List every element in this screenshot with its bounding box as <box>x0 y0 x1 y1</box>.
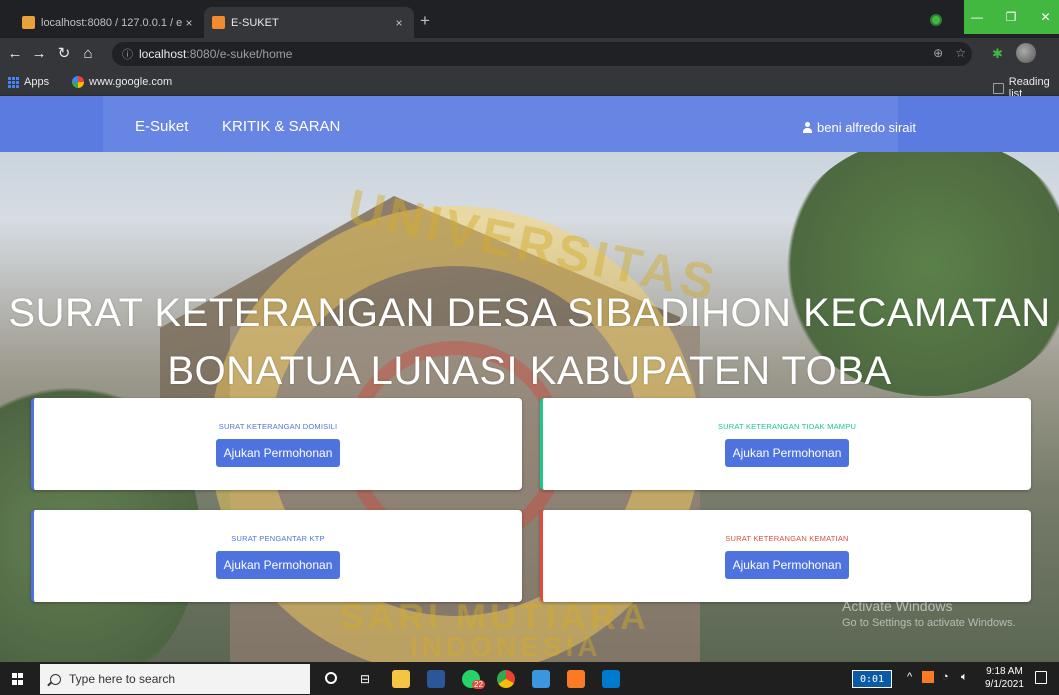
hero-line-2: BONATUA LUNASI KABUPATEN TOBA <box>167 349 892 393</box>
profile-avatar[interactable] <box>1016 43 1036 63</box>
activate-windows-title: Activate Windows <box>842 598 953 614</box>
close-window-button[interactable]: ✕ <box>1032 0 1059 34</box>
address-bar[interactable]: ⓘ localhost :8080/e-suket/home ⊕ ☆ <box>112 42 972 66</box>
card-tidak-mampu: SURAT KETERANGAN TIDAK MAMPU Ajukan Perm… <box>540 398 1031 490</box>
xampp-icon[interactable] <box>567 670 585 688</box>
watermark-text-footer: INDONESIA <box>410 631 602 662</box>
apps-grid-icon <box>8 76 19 88</box>
windows-taskbar: Type here to search ⊟ 22 0:01 ^ ◔ 🔈︎ 9:1… <box>0 662 1059 695</box>
url-host: localhost <box>139 47 187 61</box>
search-icon <box>50 673 61 685</box>
info-icon[interactable]: ⓘ <box>122 46 133 62</box>
volume-icon[interactable]: 🔈︎ <box>961 671 968 684</box>
brand-link[interactable]: E-Suket <box>135 118 188 135</box>
word-icon[interactable] <box>427 670 445 688</box>
forward-arrow-icon[interactable]: → <box>30 44 48 64</box>
clock-time: 9:18 AM <box>986 666 1023 677</box>
esuket-favicon-icon <box>212 16 225 29</box>
xampp-tray-icon[interactable] <box>922 671 934 683</box>
back-arrow-icon[interactable]: ← <box>6 44 24 64</box>
card-label: SURAT KETERANGAN KEMATIAN <box>725 534 849 543</box>
home-icon[interactable]: ⌂ <box>79 44 97 64</box>
activate-windows-subtitle: Go to Settings to activate Windows. <box>842 617 1016 629</box>
minimize-button[interactable]: — <box>964 0 990 34</box>
chrome-icon[interactable] <box>497 670 515 688</box>
reload-icon[interactable]: ↻ <box>55 44 73 64</box>
bookmark-apps[interactable]: Apps <box>8 76 49 88</box>
cortana-icon[interactable] <box>325 672 337 684</box>
extension-icon[interactable] <box>930 14 942 26</box>
hero-line-1: SURAT KETERANGAN DESA SIBADIHON KECAMATA… <box>8 291 1051 335</box>
browser-toolbar: ← → ↻ ⌂ ⓘ localhost :8080/e-suket/home ⊕… <box>0 38 1059 70</box>
zoom-icon[interactable]: ⊕ <box>933 46 943 60</box>
start-windows-icon[interactable] <box>12 673 24 685</box>
screen-recorder-timer[interactable]: 0:01 <box>852 670 892 688</box>
user-name: beni alfredo sirait <box>817 120 916 135</box>
search-placeholder: Type here to search <box>69 672 176 686</box>
screen: localhost:8080 / 127.0.0.1 / esura × E-S… <box>0 0 1059 695</box>
card-label: SURAT PENGANTAR KTP <box>231 534 325 543</box>
new-tab-button[interactable]: + <box>420 11 430 31</box>
card-label: SURAT KETERANGAN DOMISILI <box>218 422 338 431</box>
tab-phpmyadmin[interactable]: localhost:8080 / 127.0.0.1 / esura × <box>14 7 204 38</box>
notification-badge: 22 <box>472 680 485 689</box>
close-tab-icon[interactable]: × <box>182 16 196 30</box>
browser-tab-strip: localhost:8080 / 127.0.0.1 / esura × E-S… <box>0 0 1059 38</box>
bookmarks-bar: Apps www.google.com Reading list <box>0 70 1059 100</box>
user-icon <box>803 122 812 133</box>
ajukan-permohonan-button[interactable]: Ajukan Permohonan <box>724 551 850 579</box>
ajukan-permohonan-button[interactable]: Ajukan Permohonan <box>724 439 850 467</box>
tab-title: E-SUKET <box>231 16 279 29</box>
taskbar-search[interactable]: Type here to search <box>40 664 310 694</box>
card-domisili: SURAT KETERANGAN DOMISILI Ajukan Permoho… <box>31 398 522 490</box>
ajukan-permohonan-button[interactable]: Ajukan Permohonan <box>215 551 341 579</box>
extensions-puzzle-icon[interactable]: ✱ <box>992 46 1003 62</box>
close-tab-icon[interactable]: × <box>392 16 406 30</box>
file-explorer-icon[interactable] <box>392 670 410 688</box>
ajukan-permohonan-button[interactable]: Ajukan Permohonan <box>215 439 341 467</box>
star-icon[interactable]: ☆ <box>955 46 966 60</box>
notification-center-icon[interactable] <box>1035 671 1047 684</box>
maximize-button[interactable]: ❐ <box>990 0 1032 34</box>
card-kematian: SURAT KETERANGAN KEMATIAN Ajukan Permoho… <box>540 510 1031 602</box>
web-page: UNIVERSITAS SARI MUTIARA INDONESIA E-Suk… <box>0 96 1059 662</box>
clock[interactable]: 9:18 AM 9/1/2021 <box>985 665 1024 691</box>
user-menu[interactable]: beni alfredo sirait <box>803 120 916 135</box>
chevron-up-icon[interactable]: ^ <box>907 671 912 683</box>
wifi-icon[interactable]: ◔ <box>942 671 949 683</box>
bookmark-google[interactable]: www.google.com <box>72 76 172 88</box>
phpmyadmin-icon <box>22 16 35 29</box>
bookmark-label: www.google.com <box>89 76 173 88</box>
tab-esuket[interactable]: E-SUKET × <box>204 7 414 38</box>
site-navbar: E-Suket KRITIK & SARAN beni alfredo sira… <box>0 96 1059 152</box>
bookmark-label: Apps <box>24 76 50 88</box>
nav-kritik-saran[interactable]: KRITIK & SARAN <box>222 118 340 135</box>
tab-title: localhost:8080 / 127.0.0.1 / esura <box>41 16 182 29</box>
photos-icon[interactable] <box>532 670 550 688</box>
card-pengantar-ktp: SURAT PENGANTAR KTP Ajukan Permohonan <box>31 510 522 602</box>
google-icon <box>72 76 84 88</box>
clock-date: 9/1/2021 <box>985 679 1024 690</box>
vscode-icon[interactable] <box>602 670 620 688</box>
hero-title: SURAT KETERANGAN DESA SIBADIHON KECAMATA… <box>0 284 1059 400</box>
reading-list-icon <box>993 82 1004 94</box>
task-view-icon[interactable]: ⊟ <box>360 672 370 686</box>
card-label: SURAT KETERANGAN TIDAK MAMPU <box>717 422 857 431</box>
url-path: :8080/e-suket/home <box>186 47 293 61</box>
